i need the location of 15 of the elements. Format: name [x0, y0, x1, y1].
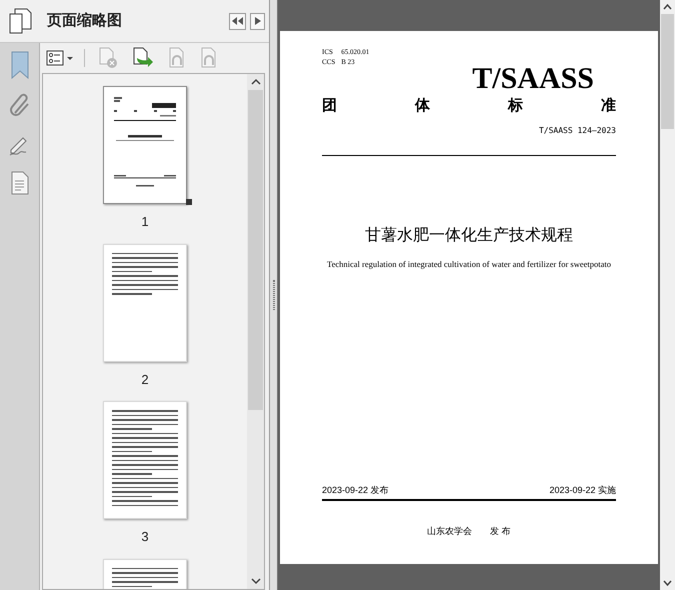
- issue-date: 2023-09-22 发布: [322, 484, 389, 496]
- standard-number: T/SAASS 124—2023: [538, 125, 616, 137]
- page-number: 2: [141, 370, 149, 388]
- document-subtitle: Technical regulation of integrated cultivation of water and fertilizer for sweetpotato: [326, 258, 612, 271]
- standard-logo: T/SAASS: [472, 63, 594, 95]
- effective-date: 2023-09-22 实施: [549, 484, 616, 496]
- category-character: 体: [415, 97, 430, 115]
- publisher: 山东农学会 发 布: [427, 524, 511, 538]
- category-character: 标: [508, 97, 523, 115]
- page-number: 1: [141, 213, 149, 231]
- panel-title: 页面缩略图: [47, 10, 123, 31]
- document-title: 甘薯水肥一体化生产技术规程: [365, 226, 573, 246]
- category-character: 团: [322, 97, 337, 115]
- category-character: 准: [601, 97, 616, 115]
- page-number: 3: [141, 528, 149, 546]
